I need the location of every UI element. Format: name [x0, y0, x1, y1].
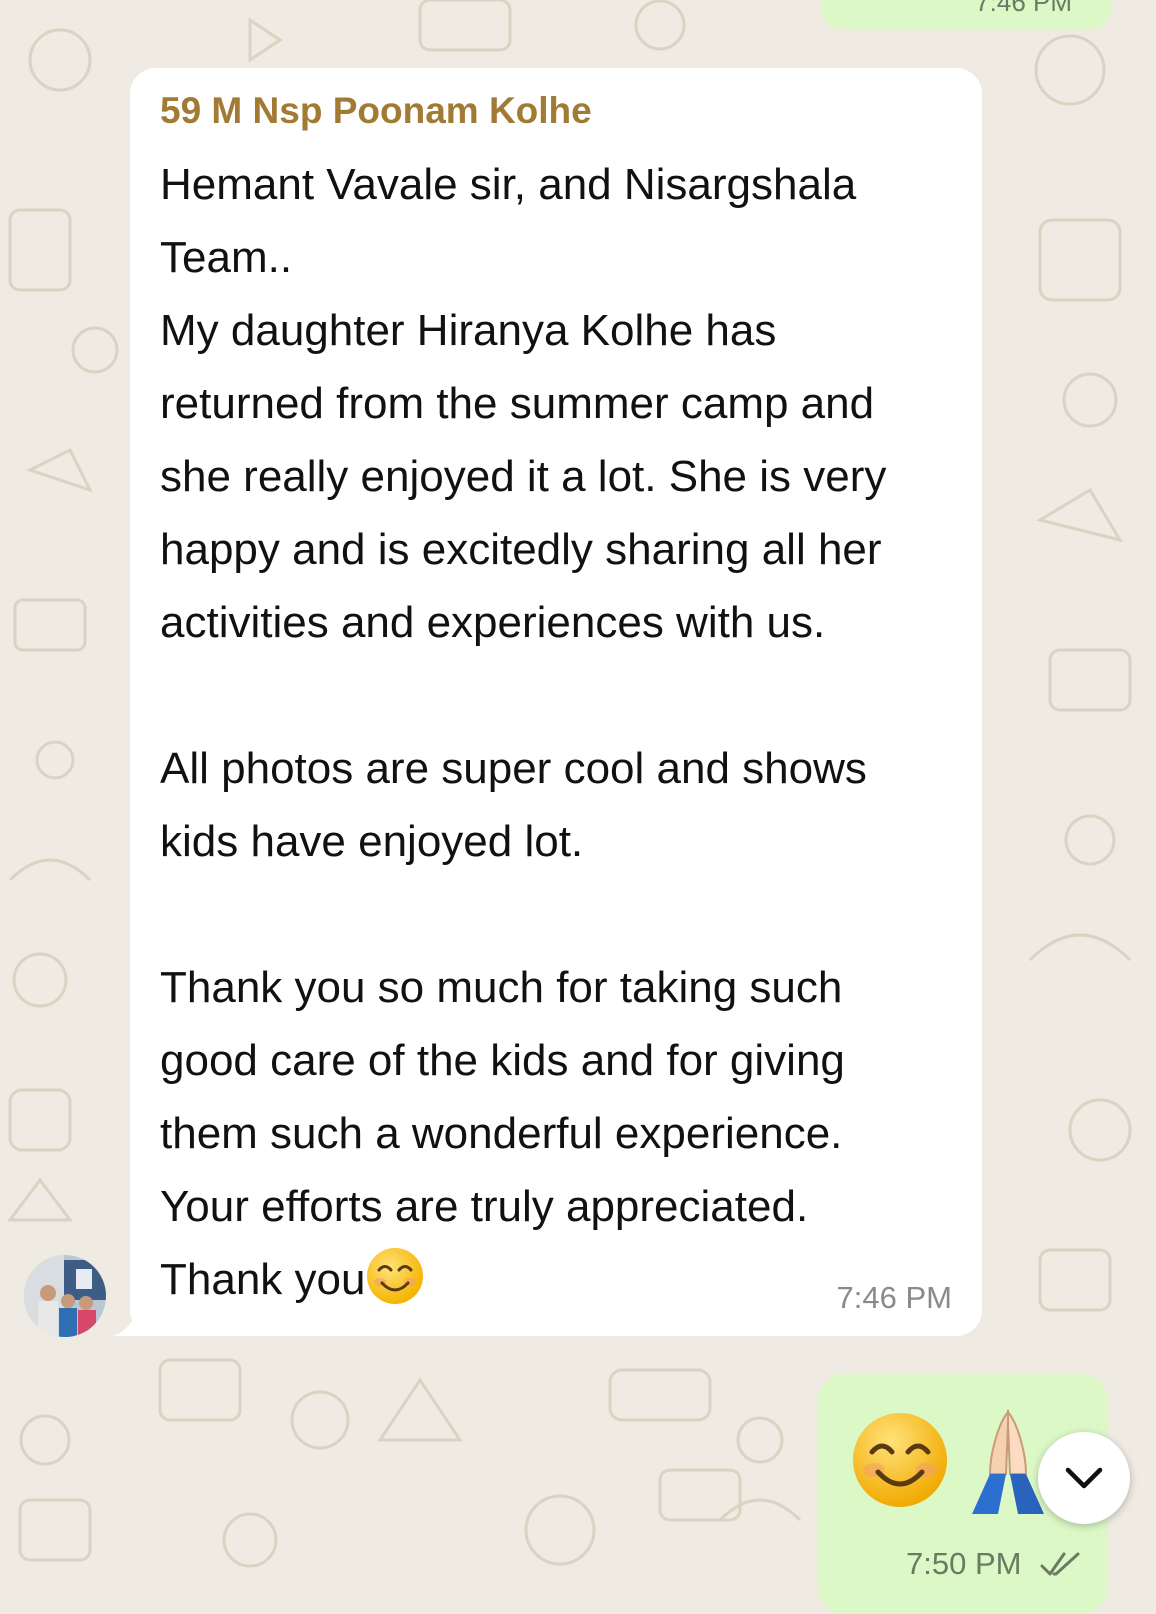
folded-hands-icon — [972, 1409, 1044, 1514]
avatar[interactable] — [24, 1255, 106, 1337]
message-time: 7:50 PM — [906, 1546, 1022, 1581]
incoming-message-bubble[interactable]: 59 M Nsp Poonam Kolhe Hemant Vavale sir,… — [130, 68, 982, 1336]
smiling-face-icon — [367, 1248, 424, 1304]
message-time: 7:46 PM — [975, 0, 1072, 17]
smiling-face-icon — [853, 1413, 947, 1507]
previous-outgoing-bubble[interactable]: 7:46 PM — [822, 0, 1112, 30]
scroll-to-bottom-button[interactable] — [1038, 1432, 1130, 1524]
message-body: Hemant Vavale sir, and Nisargshala Team.… — [160, 160, 887, 1304]
message-time: 7:46 PM — [836, 1280, 952, 1315]
read-double-check-icon — [1040, 1552, 1080, 1576]
chevron-down-icon — [1065, 1467, 1103, 1489]
sender-name[interactable]: 59 M Nsp Poonam Kolhe — [160, 90, 592, 132]
message-text: Hemant Vavale sir, and Nisargshala Team.… — [160, 148, 960, 1316]
